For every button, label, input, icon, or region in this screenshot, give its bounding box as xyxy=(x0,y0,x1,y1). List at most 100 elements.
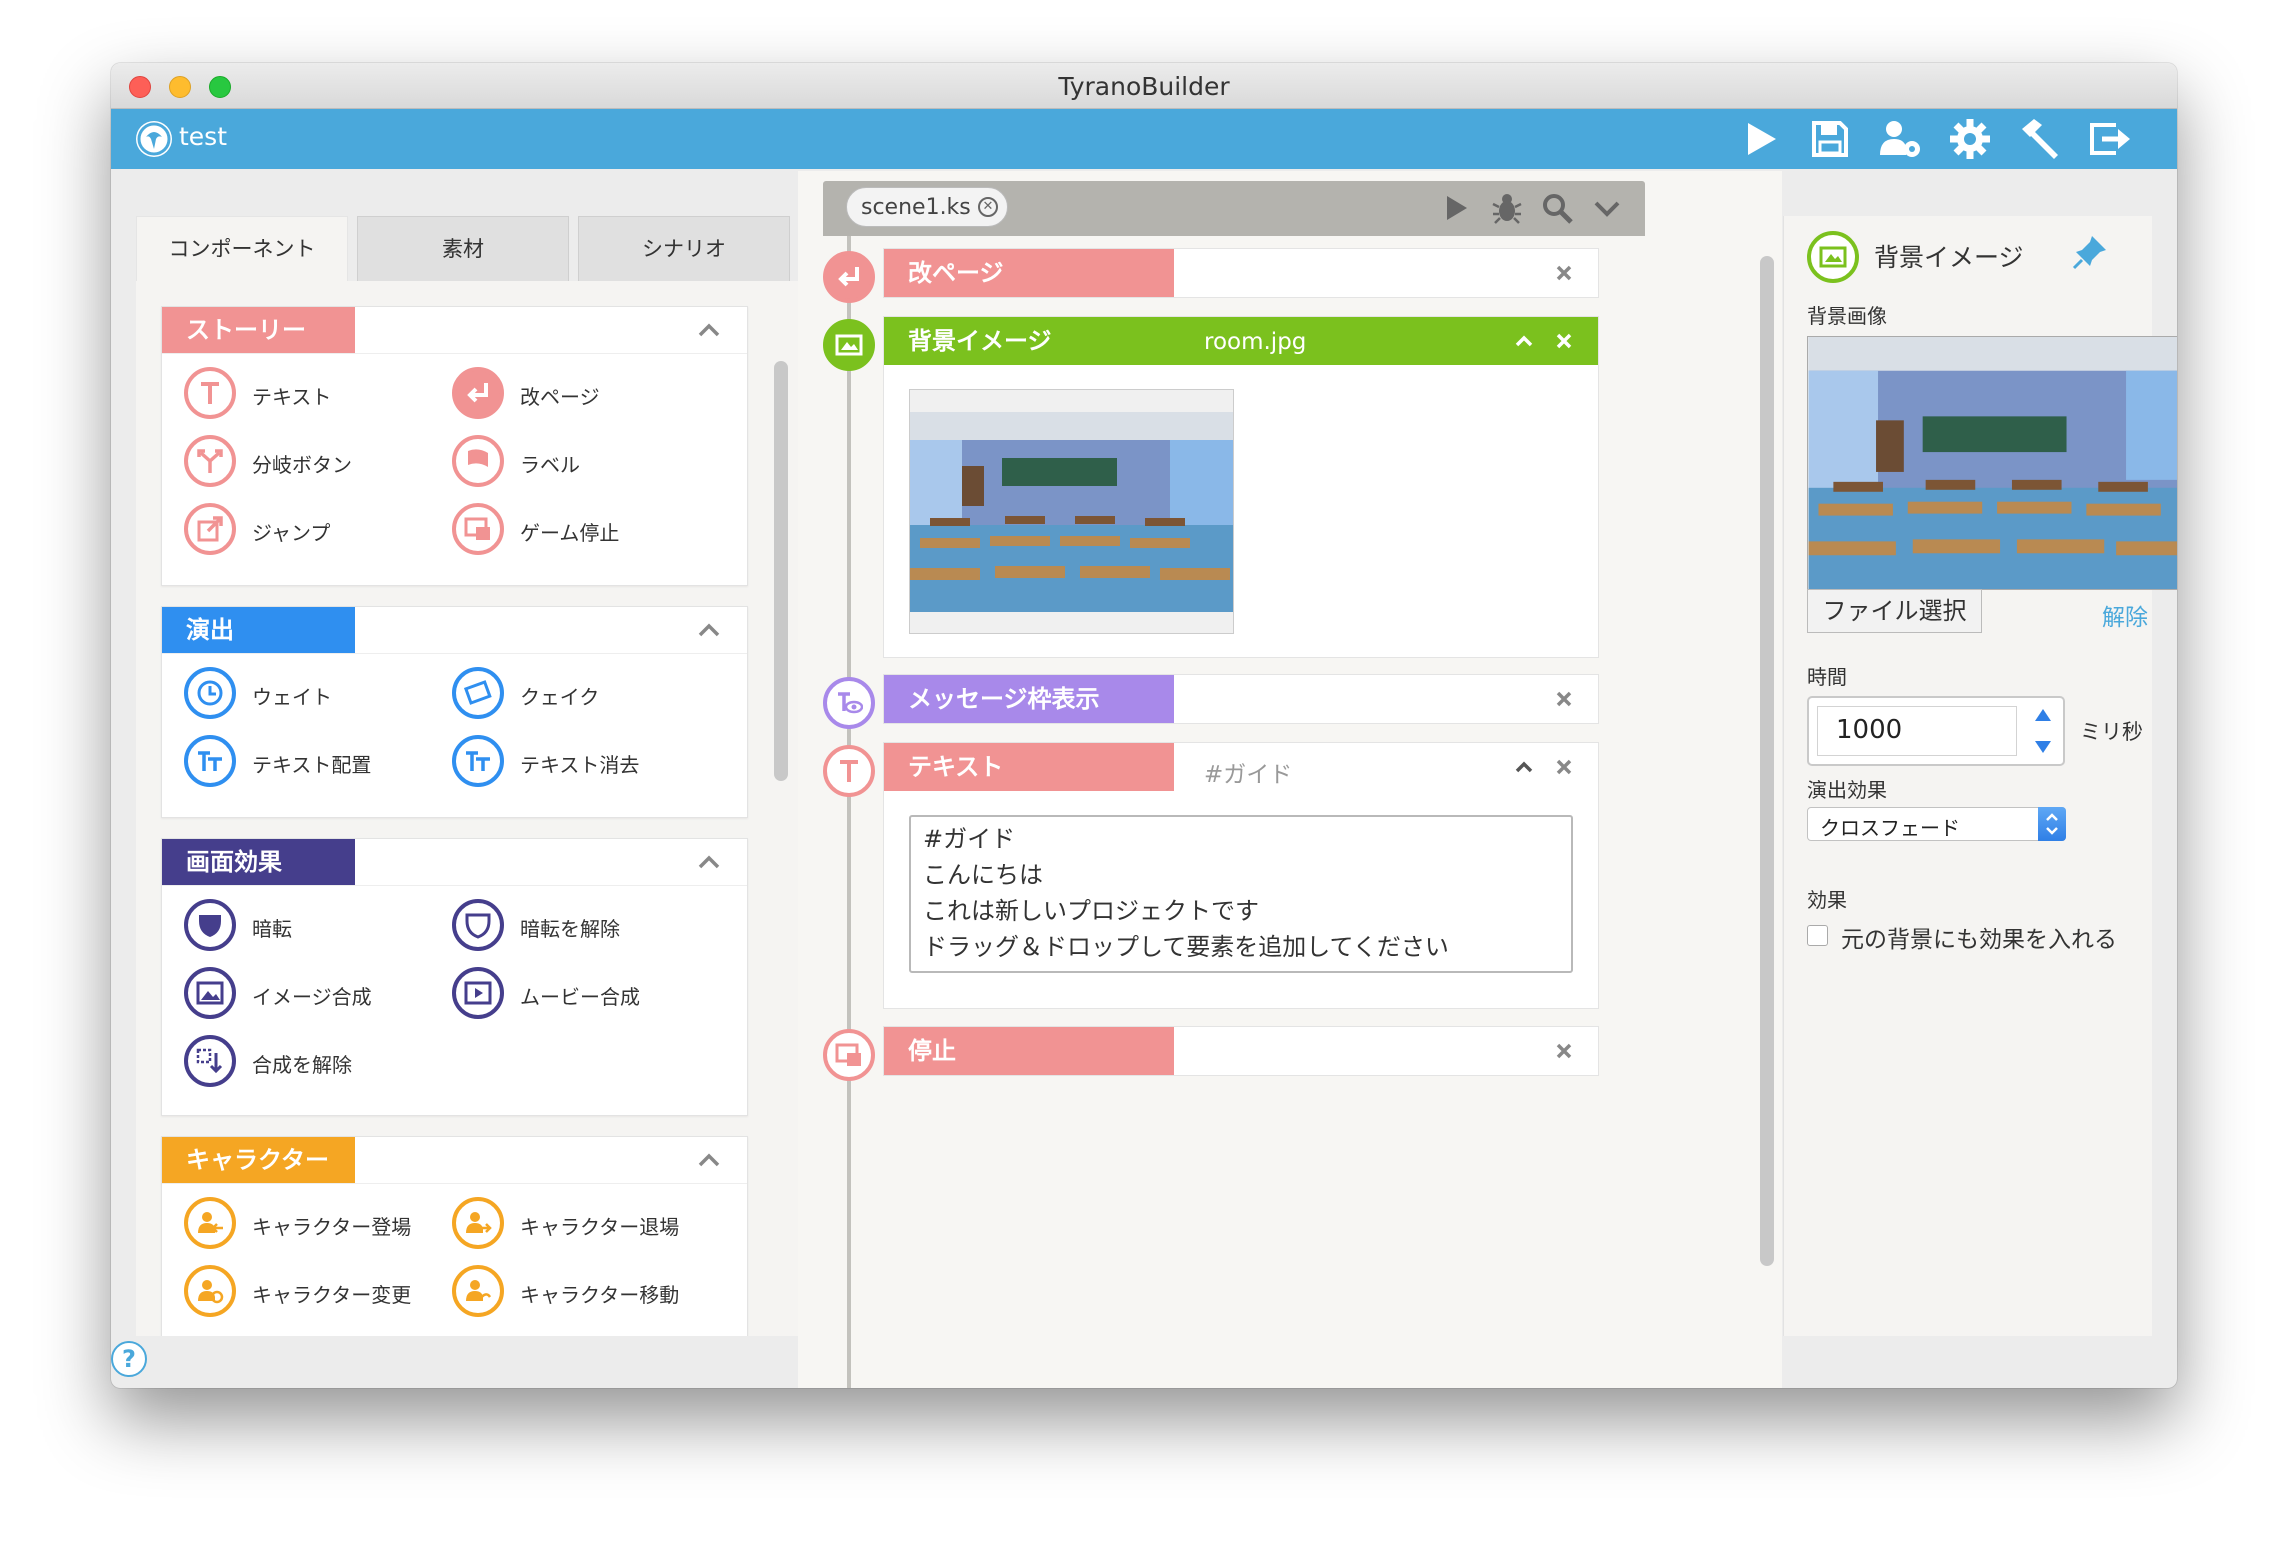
project-name: test xyxy=(179,122,228,151)
section-story-label: ストーリー xyxy=(162,307,355,353)
chevron-down-icon[interactable] xyxy=(1589,190,1625,226)
character-move-icon xyxy=(466,1280,492,1301)
help-icon[interactable]: ? xyxy=(111,1341,147,1377)
image-field-label: 背景画像 xyxy=(1807,304,1887,328)
collapse-chevron-icon[interactable] xyxy=(695,616,723,644)
block-message-window-show[interactable]: メッセージ枠表示 xyxy=(883,674,1599,724)
tab-assets[interactable]: 素材 xyxy=(357,216,569,281)
save-icon[interactable] xyxy=(1806,115,1854,163)
background-image-preview xyxy=(1807,336,2177,590)
select-arrows-icon xyxy=(2038,807,2066,841)
timeline-text-icon xyxy=(823,745,875,797)
text-clear-icon xyxy=(466,751,490,771)
debug-bug-icon[interactable] xyxy=(1489,190,1525,226)
character-change-icon xyxy=(198,1280,224,1304)
component-list: ストーリー テキスト 改ページ 分岐ボタン ラベル ジャンプ ゲーム停止 演出 … xyxy=(136,281,801,1336)
component-scrollbar[interactable] xyxy=(774,361,788,781)
section-characters-label: キャラクター xyxy=(162,1137,355,1183)
block-param: room.jpg xyxy=(1204,329,1307,355)
section-characters: キャラクター キャラクター登場 キャラクター退場 キャラクター変更 キャラクター… xyxy=(161,1136,748,1336)
apply-to-original-checkbox[interactable] xyxy=(1807,925,1828,946)
background-image-icon xyxy=(1807,231,1859,283)
properties-title: 背景イメージ xyxy=(1874,243,2024,272)
app-toolbar: test xyxy=(111,109,2177,169)
section-effects-label: 演出 xyxy=(162,607,355,653)
effect-label: 演出効果 xyxy=(1807,778,1887,802)
branch-arrows-icon xyxy=(197,449,223,473)
file-select-button[interactable]: ファイル選択 xyxy=(1807,589,1982,633)
stop-window-icon xyxy=(464,517,490,540)
scenario-editor: scene1.ks ✕ 改ページ 背景イメージ room.jpg メッセージ枠表… xyxy=(798,171,1782,1388)
background-thumbnail xyxy=(909,389,1234,634)
tab-scenario[interactable]: シナリオ xyxy=(578,216,790,281)
search-icon[interactable] xyxy=(1539,190,1575,226)
character-exit-icon xyxy=(466,1212,492,1233)
fade-shield-icon xyxy=(465,913,491,939)
flag-icon xyxy=(468,449,488,467)
image-icon xyxy=(196,981,224,1005)
film-icon xyxy=(464,981,492,1005)
effect-select[interactable]: クロスフェード xyxy=(1807,807,2066,841)
block-param: #ガイド xyxy=(1204,762,1293,788)
delete-icon[interactable] xyxy=(1552,261,1576,285)
character-enter-icon xyxy=(198,1212,223,1233)
close-scene-icon[interactable]: ✕ xyxy=(978,197,998,217)
settings-gear-icon[interactable] xyxy=(1946,115,1994,163)
release-arrow-icon xyxy=(196,1048,223,1074)
time-input[interactable]: 1000 xyxy=(1817,706,2017,756)
increment-arrow-icon[interactable] xyxy=(2031,704,2055,726)
delete-icon[interactable] xyxy=(1552,329,1576,353)
pin-icon[interactable] xyxy=(2070,232,2110,272)
properties-panel: 背景イメージ 背景画像 ファイル選択 解除 時間 1000 ミリ秒 演出効果 ク… xyxy=(1783,216,2177,1336)
export-icon[interactable] xyxy=(2086,115,2134,163)
preview-play-icon[interactable] xyxy=(1438,190,1474,226)
fade-shield-icon xyxy=(199,915,221,937)
text-editor[interactable]: #ガイド こんにちは これは新しいプロジェクトです ドラッグ＆ドロップして要素を… xyxy=(909,815,1573,973)
collapse-chevron-icon[interactable] xyxy=(695,848,723,876)
character-settings-icon[interactable] xyxy=(1876,115,1924,163)
scene-tabbar: scene1.ks ✕ xyxy=(823,181,1645,236)
collapse-chevron-icon[interactable] xyxy=(695,1146,723,1174)
block-stop[interactable]: 停止 xyxy=(883,1026,1599,1076)
return-arrow-icon xyxy=(467,383,488,403)
block-background-image[interactable]: 背景イメージ room.jpg xyxy=(883,316,1599,658)
scene-tab-label: scene1.ks xyxy=(861,195,971,220)
block-text[interactable]: テキスト #ガイド #ガイド こんにちは これは新しいプロジェクトです ドラッグ… xyxy=(883,742,1599,1009)
delete-icon[interactable] xyxy=(1552,687,1576,711)
text-layout-icon xyxy=(198,751,222,771)
section-screen-effects-label: 画面効果 xyxy=(162,839,355,885)
section-effects: 演出 ウェイト クェイク テキスト配置 テキスト消去 xyxy=(161,606,748,818)
effect-select-value: クロスフェード xyxy=(1820,816,1960,840)
block-page-break[interactable]: 改ページ xyxy=(883,248,1599,298)
section-story: ストーリー テキスト 改ページ 分岐ボタン ラベル ジャンプ ゲーム停止 xyxy=(161,306,748,586)
release-link[interactable]: 解除 xyxy=(2102,598,2148,632)
timeline-stop-icon xyxy=(823,1029,875,1081)
block-label: テキスト xyxy=(884,743,1174,791)
block-label: 改ページ xyxy=(884,249,1174,297)
block-label: 停止 xyxy=(884,1027,1174,1075)
app-window: TyranoBuilder test コンポーネント 素材 シナリオ ストーリー… xyxy=(111,63,2177,1388)
build-hammer-icon[interactable] xyxy=(2016,115,2064,163)
text-t-icon xyxy=(201,382,219,404)
block-label: メッセージ枠表示 xyxy=(884,675,1174,723)
delete-icon[interactable] xyxy=(1552,1039,1576,1063)
collapse-chevron-icon[interactable] xyxy=(695,316,723,344)
fx-label: 効果 xyxy=(1807,888,1847,912)
quake-icon xyxy=(464,680,492,705)
section-screen-effects: 画面効果 暗転 暗転を解除 イメージ合成 ムービー合成 合成を解除 xyxy=(161,838,748,1116)
collapse-icon[interactable] xyxy=(1512,755,1536,779)
delete-icon[interactable] xyxy=(1552,755,1576,779)
collapse-icon[interactable] xyxy=(1512,329,1536,353)
tab-components[interactable]: コンポーネント xyxy=(136,216,348,281)
decrement-arrow-icon[interactable] xyxy=(2031,736,2055,758)
time-unit: ミリ秒 xyxy=(2080,720,2143,744)
left-tabs: コンポーネント 素材 シナリオ xyxy=(136,216,801,281)
component-panel: コンポーネント 素材 シナリオ ストーリー テキスト 改ページ 分岐ボタン ラベ… xyxy=(136,216,801,1336)
timeline-line xyxy=(847,236,851,1388)
timeline-page-break-icon xyxy=(823,251,875,303)
clock-icon xyxy=(197,680,223,706)
play-icon[interactable] xyxy=(1736,115,1784,163)
scene-tab[interactable]: scene1.ks ✕ xyxy=(846,187,1008,227)
editor-scrollbar[interactable] xyxy=(1760,256,1774,1266)
timeline-background-icon xyxy=(823,319,875,371)
